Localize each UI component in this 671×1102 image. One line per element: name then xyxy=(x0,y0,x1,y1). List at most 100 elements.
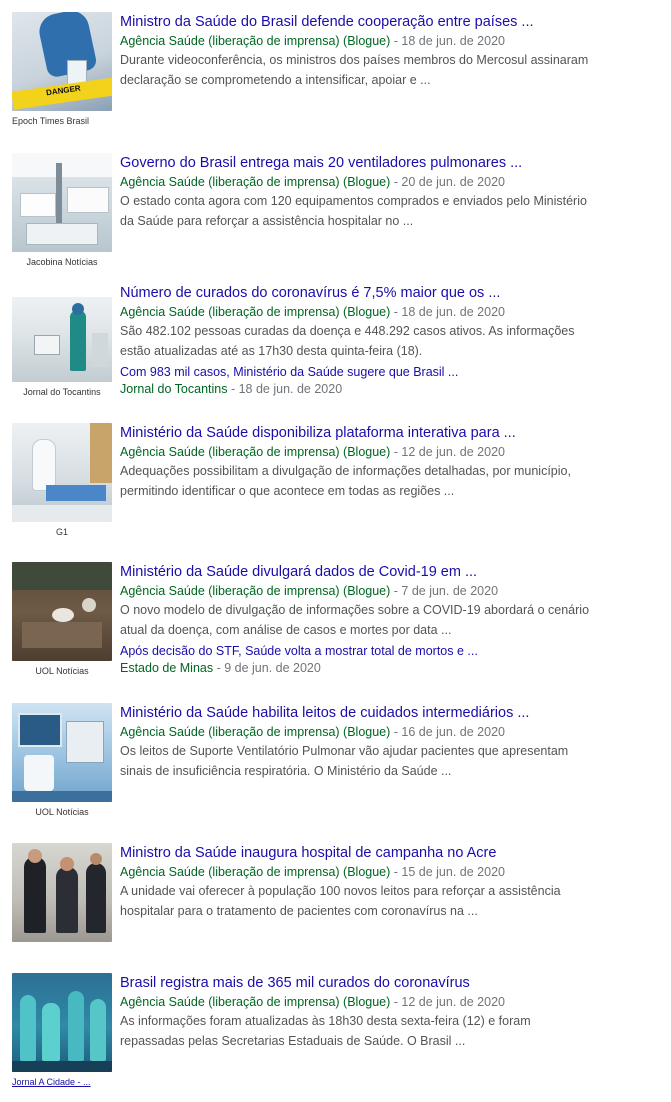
news-date: 18 de jun. de 2020 xyxy=(401,305,505,319)
news-content: Ministério da Saúde habilita leitos de c… xyxy=(120,703,660,781)
thumbnail[interactable]: Jacobina Notícias xyxy=(12,153,113,267)
related-story-meta: Estado de Minas - 9 de jun. de 2020 xyxy=(120,660,660,677)
thumbnail[interactable]: G1 xyxy=(12,423,113,537)
news-date: 12 de jun. de 2020 xyxy=(401,445,505,459)
news-source[interactable]: Agência Saúde (liberação de imprensa) (B… xyxy=(120,305,390,319)
news-image[interactable] xyxy=(12,562,112,661)
thumbnail-source: G1 xyxy=(55,527,68,537)
thumbnail-source: Epoch Times Brasil xyxy=(12,116,90,126)
news-content: Número de curados do coronavírus é 7,5% … xyxy=(120,283,660,398)
related-story-source[interactable]: Estado de Minas xyxy=(120,661,213,675)
news-snippet: Os leitos de Suporte Ventilatório Pulmon… xyxy=(120,741,660,781)
news-source[interactable]: Agência Saúde (liberação de imprensa) (B… xyxy=(120,995,390,1009)
news-content: Ministro da Saúde inaugura hospital de c… xyxy=(120,843,660,921)
news-title[interactable]: Ministério da Saúde divulgará dados de C… xyxy=(120,562,660,582)
news-content: Governo do Brasil entrega mais 20 ventil… xyxy=(120,153,660,231)
snippet-line: Adequações possibilitam a divulgação de … xyxy=(120,464,571,478)
snippet-line: hospitalar para o tratamento de paciente… xyxy=(120,904,478,918)
news-image[interactable] xyxy=(12,153,112,252)
snippet-line: permitindo identificar o que acontece em… xyxy=(120,484,455,498)
news-date: 16 de jun. de 2020 xyxy=(401,725,505,739)
thumbnail[interactable]: UOL Notícias xyxy=(12,703,113,817)
related-story-date: 18 de jun. de 2020 xyxy=(238,382,343,396)
news-title[interactable]: Brasil registra mais de 365 mil curados … xyxy=(120,973,660,993)
thumbnail[interactable] xyxy=(12,843,113,947)
news-source[interactable]: Agência Saúde (liberação de imprensa) (B… xyxy=(120,175,390,189)
news-image[interactable] xyxy=(12,973,112,1072)
news-snippet: As informações foram atualizadas às 18h3… xyxy=(120,1011,660,1051)
news-meta: Agência Saúde (liberação de imprensa) (B… xyxy=(120,443,660,461)
news-snippet: O novo modelo de divulgação de informaçõ… xyxy=(120,600,660,640)
news-date: 15 de jun. de 2020 xyxy=(401,865,505,879)
meta-separator: - xyxy=(390,445,402,459)
meta-separator: - xyxy=(227,382,239,396)
news-date: 7 de jun. de 2020 xyxy=(401,584,499,598)
news-image[interactable] xyxy=(12,283,112,382)
news-image[interactable] xyxy=(12,423,112,522)
news-meta: Agência Saúde (liberação de imprensa) (B… xyxy=(120,582,660,600)
snippet-line: repassadas pelas Secretarias Estaduais d… xyxy=(120,1034,466,1048)
thumbnail-source: UOL Notícias xyxy=(35,666,89,676)
news-snippet: A unidade vai oferecer à população 100 n… xyxy=(120,881,660,921)
news-image[interactable]: DANGER xyxy=(12,12,112,111)
meta-separator: - xyxy=(390,725,402,739)
news-content: Ministro da Saúde do Brasil defende coop… xyxy=(120,12,660,90)
news-snippet: São 482.102 pessoas curadas da doença e … xyxy=(120,321,660,361)
snippet-line: São 482.102 pessoas curadas da doença e … xyxy=(120,324,575,338)
news-snippet: Adequações possibilitam a divulgação de … xyxy=(120,461,660,501)
meta-separator: - xyxy=(390,305,402,319)
news-source[interactable]: Agência Saúde (liberação de imprensa) (B… xyxy=(120,34,390,48)
news-title[interactable]: Número de curados do coronavírus é 7,5% … xyxy=(120,283,660,303)
meta-separator: - xyxy=(390,584,402,598)
news-meta: Agência Saúde (liberação de imprensa) (B… xyxy=(120,32,660,50)
thumbnail[interactable]: UOL Notícias xyxy=(12,562,113,676)
meta-separator: - xyxy=(390,34,402,48)
thumbnail[interactable]: Jornal A Cidade - ... xyxy=(12,973,113,1087)
snippet-line: declaração se comprometendo a intensific… xyxy=(120,73,431,87)
news-title[interactable]: Governo do Brasil entrega mais 20 ventil… xyxy=(120,153,660,173)
news-source[interactable]: Agência Saúde (liberação de imprensa) (B… xyxy=(120,445,390,459)
news-date: 18 de jun. de 2020 xyxy=(401,34,505,48)
news-title[interactable]: Ministério da Saúde habilita leitos de c… xyxy=(120,703,660,723)
news-source[interactable]: Agência Saúde (liberação de imprensa) (B… xyxy=(120,865,390,879)
news-meta: Agência Saúde (liberação de imprensa) (B… xyxy=(120,303,660,321)
meta-separator: - xyxy=(213,661,225,675)
meta-separator: - xyxy=(390,995,402,1009)
news-meta: Agência Saúde (liberação de imprensa) (B… xyxy=(120,993,660,1011)
news-source[interactable]: Agência Saúde (liberação de imprensa) (B… xyxy=(120,725,390,739)
snippet-line: Durante videoconferência, os ministros d… xyxy=(120,53,589,67)
snippet-line: A unidade vai oferecer à população 100 n… xyxy=(120,884,561,898)
snippet-line: O estado conta agora com 120 equipamento… xyxy=(120,194,587,208)
related-story-title[interactable]: Após decisão do STF, Saúde volta a mostr… xyxy=(120,642,660,660)
snippet-line: As informações foram atualizadas às 18h3… xyxy=(120,1014,531,1028)
meta-separator: - xyxy=(390,175,402,189)
thumbnail-source[interactable]: Jornal A Cidade - ... xyxy=(12,1077,112,1087)
thumbnail-source: Jornal do Tocantins xyxy=(23,387,101,397)
news-title[interactable]: Ministro da Saúde inaugura hospital de c… xyxy=(120,843,660,863)
snippet-line: Os leitos de Suporte Ventilatório Pulmon… xyxy=(120,744,569,758)
news-title[interactable]: Ministério da Saúde disponibiliza plataf… xyxy=(120,423,660,443)
snippet-line: atual da doença, com análise de casos e … xyxy=(120,623,452,637)
related-story-title[interactable]: Com 983 mil casos, Ministério da Saúde s… xyxy=(120,363,660,381)
news-meta: Agência Saúde (liberação de imprensa) (B… xyxy=(120,723,660,741)
news-content: Brasil registra mais de 365 mil curados … xyxy=(120,973,660,1051)
news-title[interactable]: Ministro da Saúde do Brasil defende coop… xyxy=(120,12,660,32)
thumbnail[interactable]: DANGER Epoch Times Brasil xyxy=(12,12,113,126)
news-image[interactable] xyxy=(12,703,112,802)
news-date: 12 de jun. de 2020 xyxy=(401,995,505,1009)
news-content: Ministério da Saúde disponibiliza plataf… xyxy=(120,423,660,501)
news-image[interactable] xyxy=(12,843,112,942)
snippet-line: da Saúde para reforçar a assistência hos… xyxy=(120,214,414,228)
snippet-line: sinais de insuficiência respiratória. O … xyxy=(120,764,452,778)
thumbnail-source: UOL Notícias xyxy=(35,807,89,817)
related-story-meta: Jornal do Tocantins - 18 de jun. de 2020 xyxy=(120,381,660,398)
news-snippet: Durante videoconferência, os ministros d… xyxy=(120,50,660,90)
news-meta: Agência Saúde (liberação de imprensa) (B… xyxy=(120,863,660,881)
news-meta: Agência Saúde (liberação de imprensa) (B… xyxy=(120,173,660,191)
news-snippet: O estado conta agora com 120 equipamento… xyxy=(120,191,660,231)
related-story-source[interactable]: Jornal do Tocantins xyxy=(120,382,227,396)
news-source[interactable]: Agência Saúde (liberação de imprensa) (B… xyxy=(120,584,390,598)
snippet-line: O novo modelo de divulgação de informaçõ… xyxy=(120,603,590,617)
thumbnail[interactable]: Jornal do Tocantins xyxy=(12,283,113,397)
related-story-date: 9 de jun. de 2020 xyxy=(224,661,321,675)
